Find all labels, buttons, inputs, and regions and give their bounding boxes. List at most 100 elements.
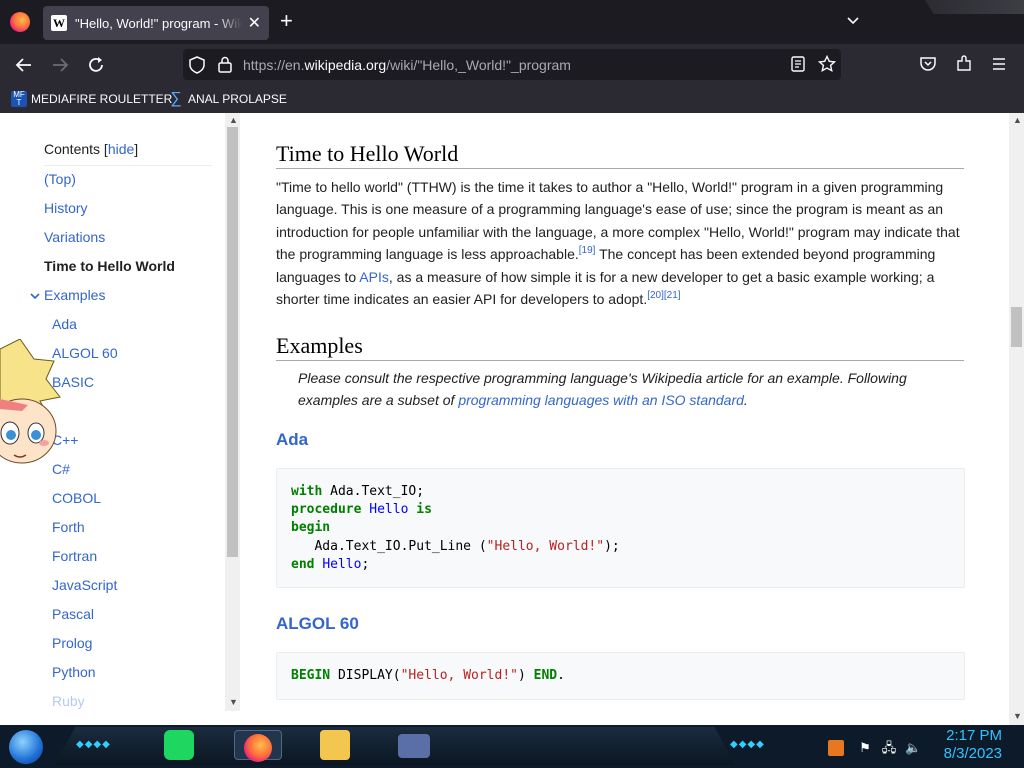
toc-subitem[interactable]: Pascal	[52, 606, 94, 622]
code-text: ;	[361, 556, 370, 572]
code-keyword: begin	[291, 520, 331, 536]
url-path: /wiki/"Hello,_World!"_program	[386, 57, 571, 73]
citation-21[interactable]: [21]	[664, 290, 681, 301]
forward-arrow-icon[interactable]	[50, 55, 70, 75]
toc-hide-link[interactable]: hide	[108, 141, 134, 157]
pocket-icon[interactable]	[919, 55, 937, 73]
code-identifier: Hello	[369, 502, 409, 518]
tab-strip: W "Hello, World!" program - Wikip ✕ +	[0, 0, 1024, 44]
page-scrollbar[interactable]	[1009, 113, 1024, 725]
toc-subitem[interactable]: Fortran	[52, 548, 97, 564]
extensions-icon[interactable]	[955, 55, 973, 73]
toc-title: Contents [hide]	[44, 141, 139, 157]
anime-mascot-image	[0, 339, 61, 464]
taskbar-band	[55, 727, 735, 765]
clock-date: 8/3/2023	[943, 745, 1002, 762]
bookmark-prolapse[interactable]: ∑ ANAL PROLAPSE	[168, 91, 287, 107]
firefox-icon[interactable]	[10, 12, 30, 32]
toc-subitem[interactable]: Forth	[52, 519, 85, 535]
volume-icon[interactable]: 🔈	[905, 740, 921, 756]
code-text: );	[604, 538, 620, 554]
scroll-up-arrow-icon[interactable]: ▲	[229, 115, 238, 125]
theme-decoration	[925, 0, 1024, 14]
iso-languages-link[interactable]: programming languages with an ISO standa…	[458, 392, 744, 408]
code-keyword: end	[291, 556, 315, 572]
page-scrollbar-thumb[interactable]	[1011, 307, 1022, 347]
file-explorer-icon[interactable]	[320, 730, 350, 760]
control-panel-icon[interactable]	[398, 734, 430, 758]
subheading-algol-60: ALGOL 60	[276, 614, 359, 633]
code-string: "Hello, World!"	[400, 668, 518, 683]
toc-item-examples[interactable]: Examples	[44, 287, 105, 303]
url-text[interactable]: https://en.wikipedia.org/wiki/"Hello,_Wo…	[243, 57, 571, 73]
apis-link[interactable]: APIs	[359, 269, 389, 285]
section-heading-time-to-hello-world: Time to Hello World	[276, 141, 459, 166]
citation-20[interactable]: [20]	[647, 290, 664, 301]
toc-title-label: Contents	[44, 141, 101, 157]
tab-hello-world[interactable]: W "Hello, World!" program - Wikip ✕	[43, 6, 269, 40]
bookmark-mediafire[interactable]: MF T MEDIAFIRE ROULETTER	[11, 91, 172, 107]
code-keyword: END	[533, 668, 558, 683]
bookmarks-toolbar: MF T MEDIAFIRE ROULETTER ∑ ANAL PROLAPSE	[0, 86, 1024, 113]
close-tab-icon[interactable]: ✕	[248, 13, 261, 33]
toc-subitem[interactable]: JavaScript	[52, 577, 117, 593]
taskbar-decoration: ◆◆◆◆	[730, 739, 765, 750]
desktop: W "Hello, World!" program - Wikip ✕ + ht…	[0, 0, 1024, 768]
reload-icon[interactable]	[86, 55, 106, 75]
toc-item-history[interactable]: History	[44, 200, 88, 216]
code-text: )	[518, 668, 534, 683]
list-all-tabs-icon[interactable]	[845, 13, 861, 29]
menu-hamburger-icon[interactable]	[991, 56, 1007, 72]
toc-divider	[44, 165, 212, 166]
code-text: Ada.Text_IO;	[322, 484, 425, 499]
toc-item-variations[interactable]: Variations	[44, 229, 105, 245]
heading-rule	[276, 168, 964, 169]
code-block-algol: BEGIN DISPLAY("Hello, World!") END.	[276, 652, 965, 700]
toc-subitem[interactable]: Ada	[52, 316, 77, 332]
tab-title: "Hello, World!" program - Wikip	[75, 15, 242, 31]
chevron-down-icon[interactable]	[29, 290, 41, 302]
code-block-ada: with Ada.Text_IO; procedure Hello is beg…	[276, 468, 965, 588]
lock-icon[interactable]	[218, 56, 232, 73]
toc-subitem[interactable]: Prolog	[52, 635, 92, 651]
section-heading-examples: Examples	[276, 333, 363, 358]
code-keyword: with	[291, 484, 323, 499]
toc-subitem[interactable]: COBOL	[52, 490, 101, 506]
toc-subitem[interactable]: Python	[52, 664, 96, 680]
scroll-down-arrow-icon[interactable]: ▼	[1013, 711, 1022, 721]
toc-scrollbar-thumb[interactable]	[227, 127, 238, 557]
bookmark-label: MEDIAFIRE ROULETTER	[31, 92, 173, 106]
system-clock[interactable]: 2:17 PM 8/3/2023	[944, 727, 1002, 763]
code-text: Ada.Text_IO.Put_Line (	[291, 538, 487, 554]
toc-item-top[interactable]: (Top)	[44, 171, 76, 187]
bookmark-label: ANAL PROLAPSE	[188, 92, 287, 106]
code-string: "Hello, World!"	[486, 538, 605, 554]
reader-view-icon[interactable]	[790, 56, 806, 72]
subheading-ada: Ada	[276, 430, 309, 449]
mediafire-icon: MF T	[11, 91, 27, 107]
start-orb-button[interactable]	[9, 730, 43, 764]
back-arrow-icon[interactable]	[14, 55, 34, 75]
spotify-icon[interactable]	[164, 730, 194, 760]
new-tab-button[interactable]: +	[280, 10, 293, 32]
tthw-paragraph: "Time to hello world" (TTHW) is the time…	[276, 176, 966, 310]
url-domain: wikipedia.org	[304, 57, 387, 73]
sigma-icon: ∑	[170, 90, 182, 107]
tray-app-icon[interactable]	[828, 740, 844, 756]
bookmark-star-icon[interactable]	[818, 55, 836, 73]
action-center-flag-icon[interactable]: ⚑	[857, 740, 873, 756]
citation-19[interactable]: [19]	[579, 245, 596, 256]
taskbar-decoration: ◆◆◆◆	[76, 739, 111, 750]
web-page: Contents [hide] (Top) History Variations…	[0, 113, 1024, 725]
code-identifier: Hello	[322, 556, 362, 572]
code-keyword: procedure	[291, 502, 362, 518]
scroll-down-arrow-icon[interactable]: ▼	[229, 697, 238, 707]
toc-item-time-to-hello-world[interactable]: Time to Hello World	[44, 258, 175, 274]
toc-subitem[interactable]: Ruby	[52, 693, 85, 709]
scroll-up-arrow-icon[interactable]: ▲	[1013, 115, 1022, 125]
network-icon[interactable]: 🖧	[881, 740, 897, 756]
shield-icon[interactable]	[189, 56, 205, 74]
code-keyword: is	[416, 502, 432, 518]
code-text: .	[557, 668, 565, 683]
heading-rule	[276, 360, 964, 361]
